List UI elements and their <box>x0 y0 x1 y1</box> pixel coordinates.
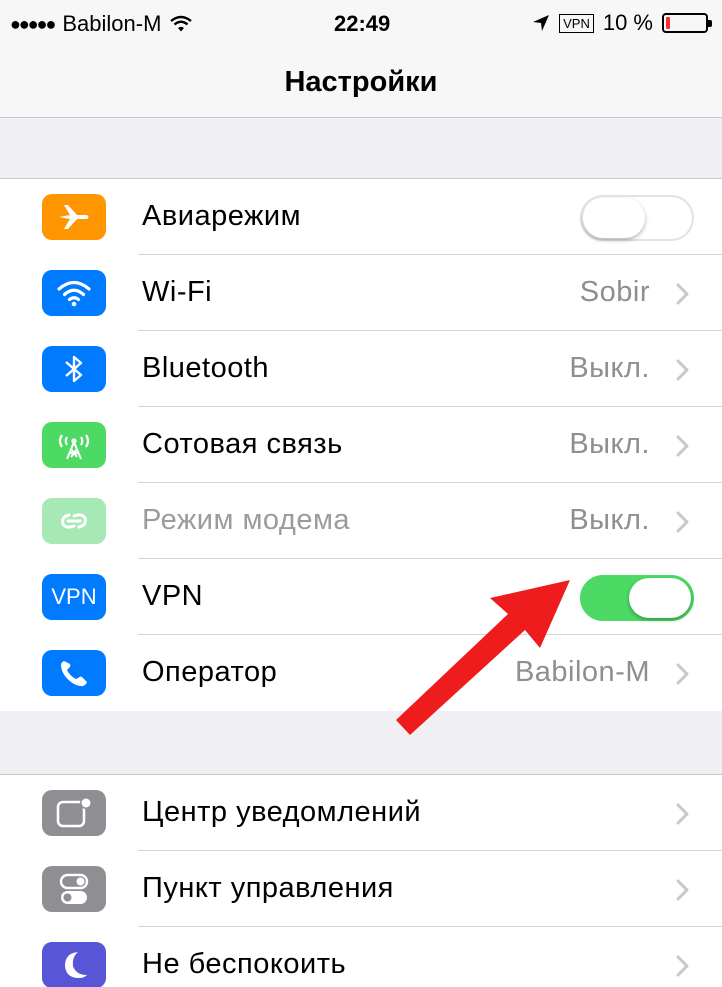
hotspot-link-icon <box>42 498 106 544</box>
chevron-right-icon <box>676 663 689 685</box>
moon-icon <box>42 942 106 987</box>
row-value: Выкл. <box>569 352 650 384</box>
settings-row-vpn[interactable]: VPN VPN <box>0 559 722 635</box>
airplane-toggle[interactable] <box>580 195 694 241</box>
chevron-right-icon <box>676 955 689 977</box>
chevron-right-icon <box>676 803 689 825</box>
row-value: Выкл. <box>569 504 650 536</box>
row-label: Режим модема <box>142 504 351 536</box>
page-title: Настройки <box>284 66 438 98</box>
battery-icon <box>662 13 712 33</box>
toggle-knob <box>629 578 691 618</box>
status-bar: ●●●●● Babilon-M 22:49 VPN 10 % <box>0 0 722 48</box>
row-value: Выкл. <box>569 428 650 460</box>
settings-row-bluetooth[interactable]: Bluetooth Выкл. <box>0 331 722 407</box>
phone-icon <box>42 650 106 696</box>
signal-strength-icon: ●●●●● <box>10 13 56 34</box>
row-label: Оператор <box>142 656 278 688</box>
bluetooth-icon <box>42 346 106 392</box>
section-spacer <box>0 119 722 178</box>
settings-row-moon[interactable]: Не беспокоить <box>0 927 722 987</box>
carrier-name: Babilon-M <box>62 11 162 36</box>
row-label: Пункт управления <box>142 872 394 904</box>
status-time: 22:49 <box>334 11 391 36</box>
toggle-knob <box>583 198 645 238</box>
row-value: Sobir <box>579 276 650 308</box>
chevron-right-icon <box>676 283 689 305</box>
settings-row-airplane[interactable]: Авиарежим <box>0 179 722 255</box>
navigation-bar: Настройки <box>0 48 722 118</box>
row-label: Wi-Fi <box>142 276 213 308</box>
settings-row-control-center[interactable]: Пункт управления <box>0 851 722 927</box>
section-spacer <box>0 711 722 774</box>
row-label: Авиарежим <box>142 200 302 232</box>
settings-group-connectivity: Авиарежим Wi-Fi Sobir Bluetooth Выкл. Сотовая… <box>0 178 722 712</box>
chevron-right-icon <box>676 359 689 381</box>
row-value: Babilon-M <box>514 656 650 688</box>
row-label: Сотовая связь <box>142 428 343 460</box>
row-label: Не беспокоить <box>142 948 347 980</box>
location-arrow-icon <box>533 15 550 31</box>
chevron-right-icon <box>676 879 689 901</box>
chevron-right-icon <box>676 511 689 533</box>
wifi-signal-icon <box>170 15 193 32</box>
chevron-right-icon <box>676 435 689 457</box>
wifi-icon <box>42 270 106 316</box>
row-label: Bluetooth <box>142 352 270 384</box>
airplane-icon <box>42 194 106 240</box>
notification-center-icon <box>42 790 106 836</box>
settings-row-hotspot-link[interactable]: Режим модема Выкл. <box>0 483 722 559</box>
control-center-icon <box>42 866 106 912</box>
carrier-info: ●●●●● Babilon-M <box>10 11 193 37</box>
settings-row-wifi[interactable]: Wi-Fi Sobir <box>0 255 722 331</box>
vpn-toggle[interactable] <box>580 575 694 621</box>
settings-group-system: Центр уведомлений Пункт управления Не бесп… <box>0 774 722 987</box>
vpn-icon: VPN <box>42 574 106 620</box>
row-label: VPN <box>142 580 204 612</box>
cellular-antenna-icon <box>42 422 106 468</box>
settings-row-notification-center[interactable]: Центр уведомлений <box>0 775 722 851</box>
vpn-status-badge: VPN <box>559 13 594 33</box>
row-label: Центр уведомлений <box>142 796 422 828</box>
settings-row-cellular-antenna[interactable]: Сотовая связь Выкл. <box>0 407 722 483</box>
settings-row-phone[interactable]: Оператор Babilon-M <box>0 635 722 711</box>
battery-level <box>666 17 670 29</box>
battery-percentage: 10 % <box>602 10 653 35</box>
